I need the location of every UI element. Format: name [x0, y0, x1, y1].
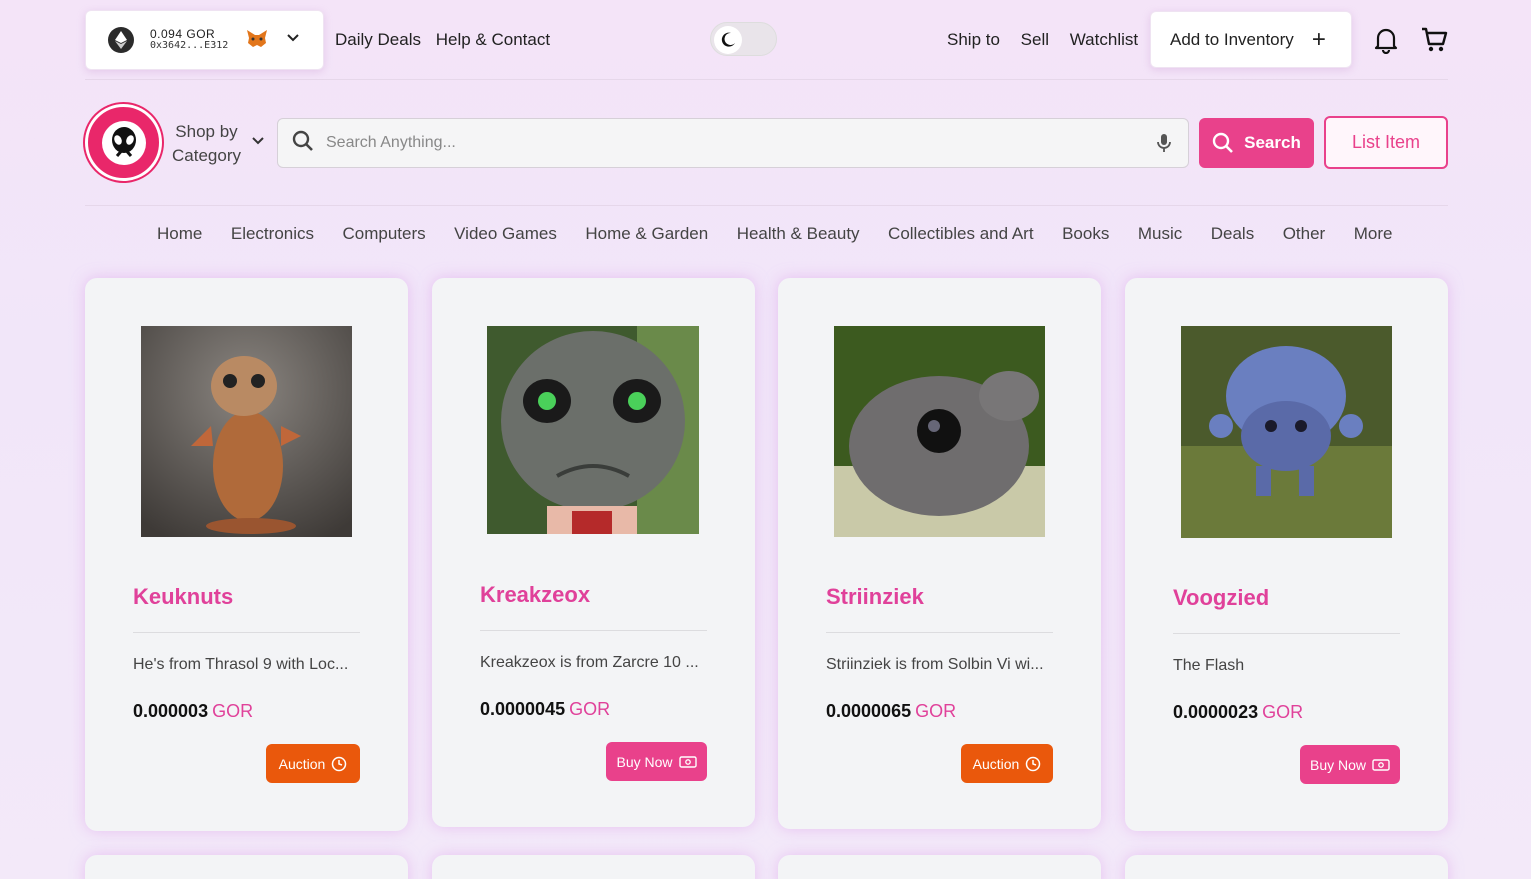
search-icon	[1212, 132, 1234, 153]
divider	[1173, 633, 1400, 634]
cash-icon	[1372, 758, 1390, 771]
search-input[interactable]	[326, 134, 1126, 152]
product-name[interactable]: Voogzied	[1173, 585, 1269, 611]
product-card[interactable]: Voogzied The Flash 0.0000023 GOR Buy Now	[1125, 278, 1448, 831]
product-card[interactable]	[85, 855, 408, 879]
auction-button[interactable]: Auction	[961, 744, 1053, 783]
product-description: Kreakzeox is from Zarcre 10 ...	[480, 654, 699, 671]
product-image[interactable]	[487, 326, 699, 534]
product-card[interactable]: Kreakzeox Kreakzeox is from Zarcre 10 ..…	[432, 278, 755, 827]
product-card[interactable]	[1125, 855, 1448, 879]
buy-now-button[interactable]: Buy Now	[1300, 745, 1400, 784]
chevron-down-icon[interactable]	[251, 134, 265, 153]
product-card[interactable]: Striinziek Striinziek is from Solbin Vi …	[778, 278, 1101, 829]
product-image[interactable]	[141, 326, 352, 537]
cash-icon	[678, 755, 697, 768]
category-books[interactable]: Books	[1062, 224, 1109, 244]
category-music[interactable]: Music	[1138, 224, 1182, 244]
alien-peace-logo[interactable]	[85, 104, 162, 181]
clock-icon	[332, 756, 347, 771]
search-icon	[292, 130, 314, 157]
product-image[interactable]	[834, 326, 1045, 537]
divider	[826, 632, 1053, 633]
auction-button[interactable]: Auction	[266, 744, 360, 783]
search-button[interactable]: Search	[1199, 118, 1314, 168]
category-deals[interactable]: Deals	[1211, 224, 1254, 244]
category-health-beauty[interactable]: Health & Beauty	[737, 224, 860, 244]
product-description: The Flash	[1173, 657, 1245, 674]
product-name[interactable]: Keuknuts	[133, 584, 233, 610]
divider	[133, 632, 360, 633]
category-video-games[interactable]: Video Games	[454, 224, 557, 244]
product-image[interactable]	[1181, 326, 1392, 538]
microphone-icon[interactable]	[1156, 133, 1172, 158]
product-description: He's from Thrasol 9 with Loc...	[133, 656, 349, 673]
divider	[85, 205, 1448, 206]
category-other[interactable]: Other	[1283, 224, 1326, 244]
category-home-garden[interactable]: Home & Garden	[585, 224, 708, 244]
category-computers[interactable]: Computers	[343, 224, 426, 244]
category-electronics[interactable]: Electronics	[231, 224, 314, 244]
category-more[interactable]: More	[1354, 224, 1393, 244]
product-name[interactable]: Kreakzeox	[480, 582, 590, 608]
list-item-button[interactable]: List Item	[1324, 116, 1448, 169]
search-button-label: Search	[1244, 133, 1301, 152]
product-name[interactable]: Striinziek	[826, 584, 924, 610]
product-price: 0.000003 GOR	[133, 701, 254, 721]
buy-now-button[interactable]: Buy Now	[606, 742, 707, 781]
search-bar	[277, 118, 1189, 168]
shop-by-category[interactable]: Shop by Category	[172, 120, 241, 168]
category-collectibles-art[interactable]: Collectibles and Art	[888, 224, 1034, 244]
product-description: Striinziek is from Solbin Vi wi...	[826, 656, 1044, 673]
product-card[interactable]	[778, 855, 1101, 879]
product-price: 0.0000045 GOR	[480, 699, 611, 719]
product-price: 0.0000065 GOR	[826, 701, 957, 721]
product-price: 0.0000023 GOR	[1173, 702, 1304, 722]
category-home[interactable]: Home	[157, 224, 202, 244]
search-row: Shop by Category Search List Item Home E…	[85, 0, 1448, 243]
category-nav: Home Electronics Computers Video Games H…	[157, 224, 1421, 244]
product-card[interactable]: Keuknuts He's from Thrasol 9 with Loc...…	[85, 278, 408, 831]
divider	[480, 630, 707, 631]
clock-icon	[1026, 756, 1041, 771]
product-card[interactable]	[432, 855, 755, 879]
